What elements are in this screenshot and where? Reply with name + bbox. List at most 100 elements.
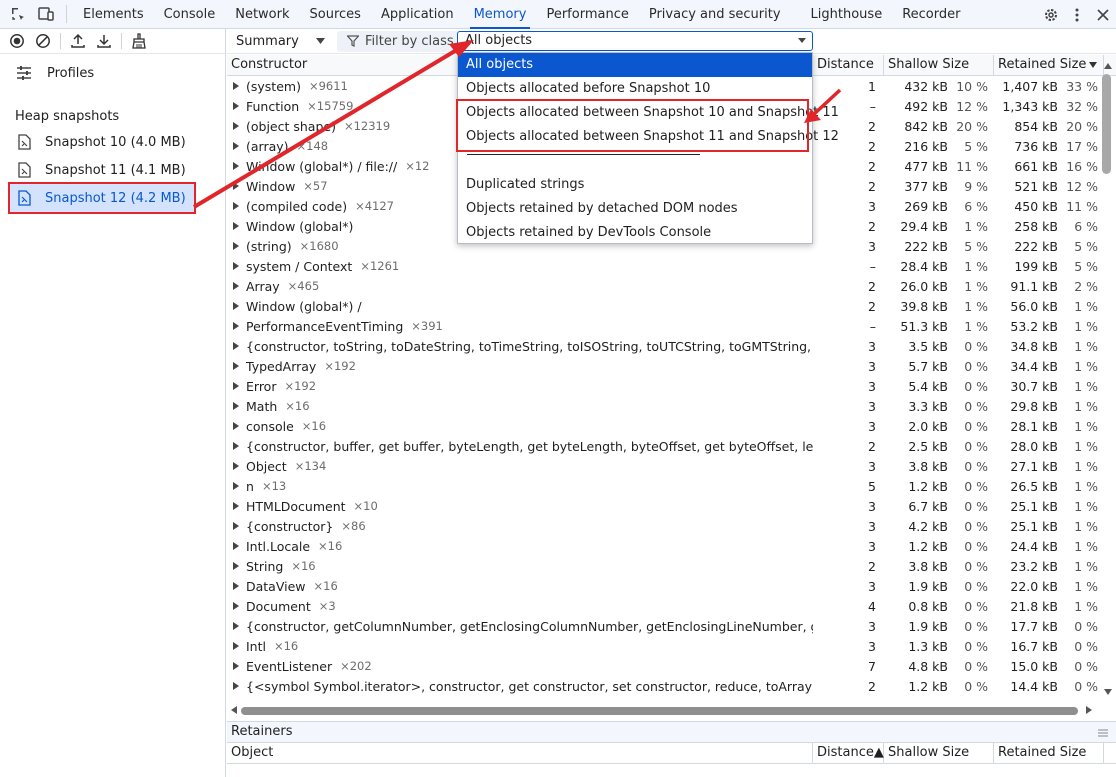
instance-count: ×16 — [291, 559, 316, 573]
tab-lighthouse[interactable]: Lighthouse — [801, 0, 893, 29]
tab-network[interactable]: Network — [225, 0, 299, 29]
table-row[interactable]: {constructor} ×86 3 4.2 kB 0 % 25.1 kB 1 % — [227, 516, 1116, 536]
more-options-icon[interactable] — [1064, 1, 1090, 29]
expand-triangle-icon[interactable] — [233, 222, 239, 230]
tab-elements[interactable]: Elements — [73, 0, 154, 29]
table-row[interactable]: console ×16 3 2.0 kB 0 % 28.1 kB 1 % — [227, 416, 1116, 436]
expand-triangle-icon[interactable] — [233, 322, 239, 330]
expand-triangle-icon[interactable] — [233, 242, 239, 250]
expand-triangle-icon[interactable] — [233, 282, 239, 290]
snapshot-12-item[interactable]: Snapshot 12 (4.2 MB) — [8, 182, 196, 214]
table-row[interactable]: {constructor, buffer, get buffer, byteLe… — [227, 436, 1116, 456]
drag-handle-icon[interactable] — [1098, 729, 1108, 737]
clear-icon[interactable] — [30, 29, 56, 54]
expand-triangle-icon[interactable] — [233, 302, 239, 310]
vertical-scroll-thumb[interactable] — [1102, 74, 1111, 174]
table-row[interactable]: Error ×192 3 5.4 kB 0 % 30.7 kB 1 % — [227, 376, 1116, 396]
expand-triangle-icon[interactable] — [233, 482, 239, 490]
expand-triangle-icon[interactable] — [233, 142, 239, 150]
option-devtools-console[interactable]: Objects retained by DevTools Console — [458, 221, 812, 245]
expand-triangle-icon[interactable] — [233, 402, 239, 410]
collect-garbage-icon[interactable] — [126, 29, 152, 54]
tab-privacy-security[interactable]: Privacy and security — [639, 0, 791, 29]
table-row[interactable]: system / Context ×1261 – 28.4 kB 1 % 199 kB 5 … — [227, 256, 1116, 276]
column-object[interactable]: Object — [227, 743, 813, 763]
profiles-item[interactable]: Profiles — [0, 57, 225, 89]
option-all-objects[interactable]: All objects — [458, 53, 812, 77]
tab-memory[interactable]: Memory — [464, 0, 537, 29]
expand-triangle-icon[interactable] — [233, 202, 239, 210]
table-row[interactable]: {constructor, getColumnNumber, getEnclos… — [227, 616, 1116, 636]
tab-console[interactable]: Console — [154, 0, 226, 29]
tab-recorder[interactable]: Recorder — [892, 0, 970, 29]
view-select[interactable]: Summary — [227, 34, 331, 49]
table-row[interactable]: n ×13 5 1.2 kB 0 % 26.5 kB 1 % — [227, 476, 1116, 496]
horizontal-scroll-thumb[interactable] — [241, 707, 1078, 715]
expand-triangle-icon[interactable] — [233, 602, 239, 610]
table-row[interactable]: HTMLDocument ×10 3 6.7 kB 0 % 25.1 kB 1 % — [227, 496, 1116, 516]
expand-triangle-icon[interactable] — [233, 502, 239, 510]
object-filter-select[interactable]: All objects — [457, 31, 813, 51]
snapshot-10-item[interactable]: Snapshot 10 (4.0 MB) — [0, 128, 219, 156]
expand-triangle-icon[interactable] — [233, 462, 239, 470]
expand-triangle-icon[interactable] — [233, 642, 239, 650]
expand-triangle-icon[interactable] — [233, 262, 239, 270]
constructor-cell: Array ×465 — [227, 279, 813, 294]
expand-triangle-icon[interactable] — [233, 122, 239, 130]
gear-icon[interactable] — [1038, 1, 1064, 29]
download-icon[interactable] — [91, 29, 117, 54]
expand-triangle-icon[interactable] — [233, 522, 239, 530]
table-row[interactable]: String ×16 2 3.8 kB 0 % 23.2 kB 1 % — [227, 556, 1116, 576]
expand-triangle-icon[interactable] — [233, 422, 239, 430]
shallow-size-cell: 5.4 kB 0 % — [884, 379, 994, 394]
filter-by-class-input[interactable]: Filter by class — [337, 30, 464, 52]
table-row[interactable]: DataView ×16 3 1.9 kB 0 % 22.0 kB 1 % — [227, 576, 1116, 596]
inspect-element-icon[interactable] — [4, 0, 32, 28]
tab-sources[interactable]: Sources — [300, 0, 371, 29]
column-distance[interactable]: Distance▲ — [813, 743, 884, 763]
tab-application[interactable]: Application — [371, 0, 464, 29]
column-retained-size[interactable]: Retained Size — [994, 743, 1104, 763]
table-row[interactable]: Array ×465 2 26.0 kB 1 % 91.1 kB 2 % — [227, 276, 1116, 296]
expand-triangle-icon[interactable] — [233, 102, 239, 110]
expand-triangle-icon[interactable] — [233, 582, 239, 590]
expand-triangle-icon[interactable] — [233, 382, 239, 390]
close-icon[interactable] — [1090, 1, 1116, 29]
device-toolbar-icon[interactable] — [32, 0, 60, 28]
column-distance[interactable]: Distance — [813, 55, 884, 75]
expand-triangle-icon[interactable] — [233, 342, 239, 350]
expand-triangle-icon[interactable] — [233, 362, 239, 370]
option-detached-dom[interactable]: Objects retained by detached DOM nodes — [458, 197, 812, 221]
table-row[interactable]: {constructor, toString, toDateString, to… — [227, 336, 1116, 356]
expand-triangle-icon[interactable] — [233, 442, 239, 450]
tab-performance[interactable]: Performance — [536, 0, 638, 29]
table-row[interactable]: Object ×134 3 3.8 kB 0 % 27.1 kB 1 % — [227, 456, 1116, 476]
table-row[interactable]: TypedArray ×192 3 5.7 kB 0 % 34.4 kB 1 % — [227, 356, 1116, 376]
column-shallow-size[interactable]: Shallow Size — [884, 743, 994, 763]
column-retained-size[interactable]: Retained Size — [994, 55, 1104, 75]
profiles-sidebar: Profiles Heap snapshots Snapshot 10 (4.0… — [0, 29, 226, 777]
table-row[interactable]: Window (global*) / 2 39.8 kB 1 % 56.0 kB 1 % — [227, 296, 1116, 316]
expand-triangle-icon[interactable] — [233, 622, 239, 630]
expand-triangle-icon[interactable] — [233, 162, 239, 170]
option-before-snapshot-10[interactable]: Objects allocated before Snapshot 10 — [458, 77, 812, 101]
table-row[interactable]: Intl.Locale ×16 3 1.2 kB 0 % 24.4 kB 1 % — [227, 536, 1116, 556]
expand-triangle-icon[interactable] — [233, 562, 239, 570]
expand-triangle-icon[interactable] — [233, 182, 239, 190]
expand-triangle-icon[interactable] — [233, 662, 239, 670]
table-row[interactable]: {<symbol Symbol.iterator>, constructor, … — [227, 676, 1116, 696]
table-row[interactable]: Intl ×16 3 1.3 kB 0 % 16.7 kB 0 % — [227, 636, 1116, 656]
expand-triangle-icon[interactable] — [233, 542, 239, 550]
snapshot-11-item[interactable]: Snapshot 11 (4.1 MB) — [0, 156, 219, 184]
expand-triangle-icon[interactable] — [233, 82, 239, 90]
option-duplicated-strings[interactable]: Duplicated strings — [458, 173, 812, 197]
column-shallow-size[interactable]: Shallow Size — [884, 55, 994, 75]
expand-triangle-icon[interactable] — [233, 682, 239, 690]
table-row[interactable]: Document ×3 4 0.8 kB 0 % 21.8 kB 1 % — [227, 596, 1116, 616]
table-row[interactable]: EventListener ×202 7 4.8 kB 0 % 15.0 kB 0 % — [227, 656, 1116, 676]
record-icon[interactable] — [4, 29, 30, 54]
upload-icon[interactable] — [65, 29, 91, 54]
shallow-size-cell: 1.2 kB 0 % — [884, 479, 994, 494]
table-row[interactable]: Math ×16 3 3.3 kB 0 % 29.8 kB 1 % — [227, 396, 1116, 416]
table-row[interactable]: PerformanceEventTiming ×391–51.3 kB 1 % 53.… — [227, 316, 1116, 336]
